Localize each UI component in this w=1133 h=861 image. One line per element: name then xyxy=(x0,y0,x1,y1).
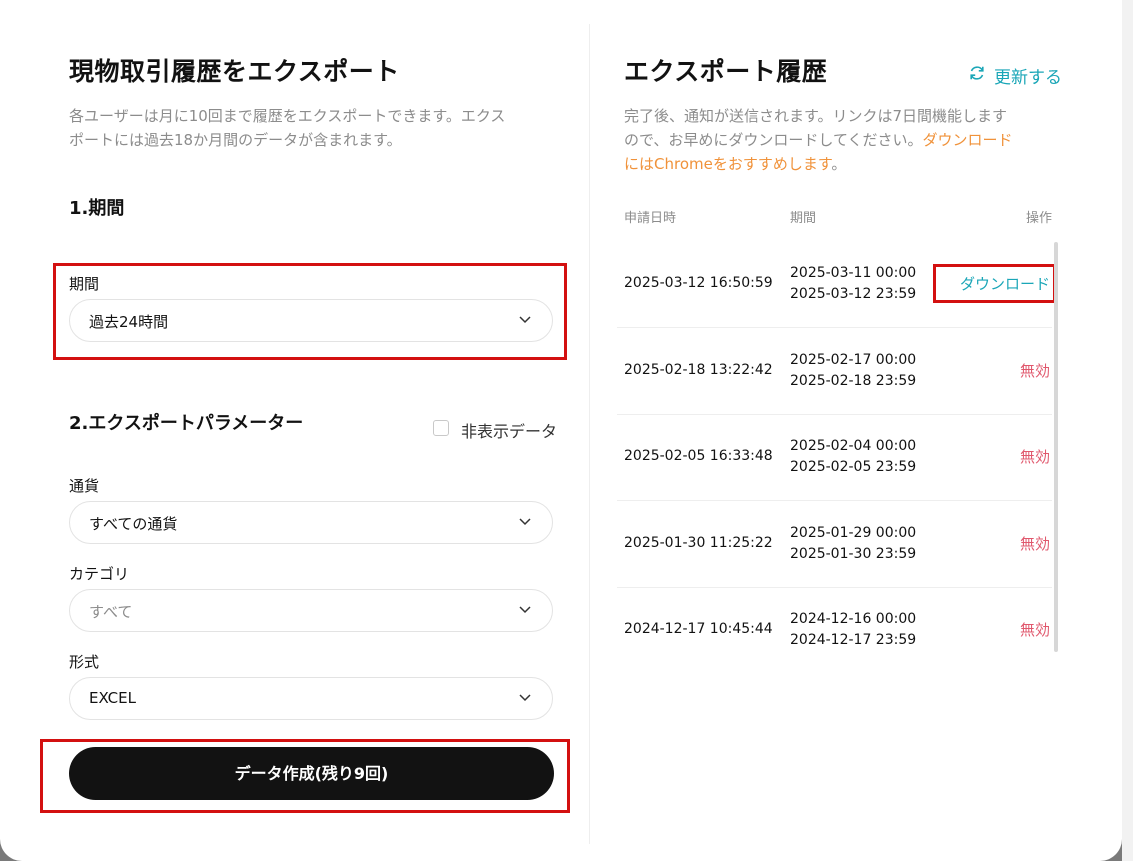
row-period-start: 2025-02-17 00:00 xyxy=(790,352,917,368)
row-date: 2025-02-18 13:22:42 xyxy=(624,362,773,378)
table-row: 2025-01-30 11:25:22 2025-01-29 00:00 202… xyxy=(617,501,1052,588)
refresh-label: 更新する xyxy=(994,68,1062,88)
history-description-line2-text: ので、お早めにダウンロードしてください。 xyxy=(624,131,923,149)
row-period: 2024-12-16 00:00 2024-12-17 23:59 xyxy=(790,609,916,651)
background-edge xyxy=(1122,0,1133,861)
history-description-line1: 完了後、通知が送信されます。リンクは7日間機能します xyxy=(624,107,1008,125)
format-select[interactable]: EXCEL xyxy=(69,677,553,720)
chevron-down-icon xyxy=(519,518,531,526)
export-description: 各ユーザーは月に10回まで履歴をエクスポートできます。エクス ポートには過去18… xyxy=(69,104,549,152)
table-row: 2025-02-05 16:33:48 2025-02-04 00:00 202… xyxy=(617,414,1052,501)
category-label: カテゴリ xyxy=(69,565,130,583)
header-action: 操作 xyxy=(1026,211,1053,226)
hidden-data-checkbox[interactable] xyxy=(433,420,449,436)
status-invalid: 無効 xyxy=(1019,535,1050,553)
row-period: 2025-02-17 00:00 2025-02-18 23:59 xyxy=(790,350,916,392)
section-period-title: 1.期間 xyxy=(69,198,125,219)
export-title: 現物取引履歴をエクスポート xyxy=(69,57,400,86)
hidden-data-label: 非表示データ xyxy=(461,422,558,441)
row-date: 2024-12-17 10:45:44 xyxy=(624,621,773,637)
section-params-title: 2.エクスポートパラメーター xyxy=(69,413,304,434)
chevron-down-icon xyxy=(519,606,531,614)
row-period-start: 2025-03-11 00:00 xyxy=(790,265,917,281)
history-description-line3: にはChromeをおすすめします。 xyxy=(624,152,1044,176)
format-label: 形式 xyxy=(69,653,100,671)
export-description-line1: 各ユーザーは月に10回まで履歴をエクスポートできます。エクス xyxy=(69,107,506,125)
chevron-down-icon xyxy=(519,694,531,702)
history-title: エクスポート履歴 xyxy=(624,57,828,86)
row-date: 2025-02-05 16:33:48 xyxy=(624,448,773,464)
history-description-line2: ので、お早めにダウンロードしてください。ダウンロード xyxy=(624,128,1044,152)
table-row: 2024-12-17 10:45:44 2024-12-16 00:00 202… xyxy=(617,587,1052,673)
currency-select-value: すべての通貨 xyxy=(89,515,178,533)
category-select[interactable]: すべて xyxy=(69,589,553,632)
row-period-end: 2025-03-12 23:59 xyxy=(790,286,917,302)
panel-divider xyxy=(589,24,590,844)
history-description-orange-2: にはChromeをおすすめします xyxy=(624,155,832,173)
row-period: 2025-03-11 00:00 2025-03-12 23:59 xyxy=(790,263,916,305)
row-date: 2025-01-30 11:25:22 xyxy=(624,535,773,551)
history-description: 完了後、通知が送信されます。リンクは7日間機能します ので、お早めにダウンロード… xyxy=(624,104,1044,176)
status-invalid: 無効 xyxy=(1019,448,1050,466)
export-modal: 現物取引履歴をエクスポート 各ユーザーは月に10回まで履歴をエクスポートできます… xyxy=(0,0,1122,861)
currency-label: 通貨 xyxy=(69,477,100,495)
row-period: 2025-01-29 00:00 2025-01-30 23:59 xyxy=(790,523,916,565)
row-period-start: 2025-02-04 00:00 xyxy=(790,438,917,454)
period-highlight-box xyxy=(53,263,567,360)
currency-select[interactable]: すべての通貨 xyxy=(69,501,553,544)
row-period-end: 2025-02-18 23:59 xyxy=(790,373,917,389)
row-period-start: 2024-12-16 00:00 xyxy=(790,611,917,627)
create-button-highlight-box xyxy=(40,739,570,813)
row-date: 2025-03-12 16:50:59 xyxy=(624,275,773,291)
category-select-value: すべて xyxy=(89,603,133,621)
refresh-icon xyxy=(970,66,984,80)
table-row: 2025-02-18 13:22:42 2025-02-17 00:00 202… xyxy=(617,328,1052,415)
header-date: 申請日時 xyxy=(624,211,677,226)
header-period: 期間 xyxy=(790,211,817,226)
history-scrollbar[interactable] xyxy=(1054,242,1058,652)
row-period-end: 2025-02-05 23:59 xyxy=(790,459,917,475)
export-description-line2: ポートには過去18か月間のデータが含まれます。 xyxy=(69,131,402,149)
history-description-orange-1: ダウンロード xyxy=(922,131,1013,149)
row-period: 2025-02-04 00:00 2025-02-05 23:59 xyxy=(790,436,916,478)
row-period-start: 2025-01-29 00:00 xyxy=(790,525,917,541)
format-select-value: EXCEL xyxy=(89,689,136,707)
download-highlight-box xyxy=(933,264,1056,303)
status-invalid: 無効 xyxy=(1019,621,1050,639)
row-period-end: 2024-12-17 23:59 xyxy=(790,632,917,648)
row-period-end: 2025-01-30 23:59 xyxy=(790,546,917,562)
history-description-line3-end: 。 xyxy=(831,155,847,173)
status-invalid: 無効 xyxy=(1019,362,1050,380)
